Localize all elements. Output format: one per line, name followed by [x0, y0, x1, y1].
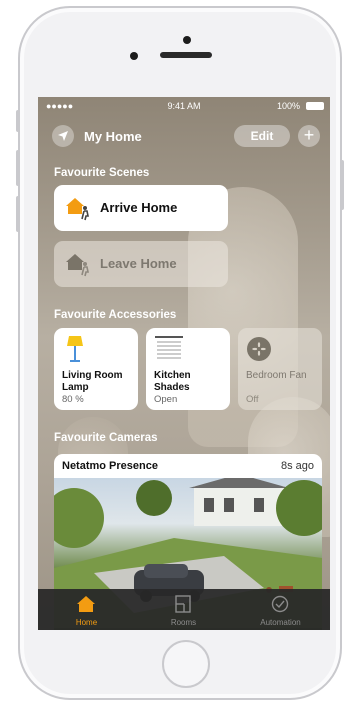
home-hardware-button[interactable] — [162, 640, 210, 688]
leave-home-icon — [66, 254, 89, 277]
tab-automation[interactable]: Automation — [232, 589, 329, 630]
camera-name: Netatmo Presence — [62, 460, 158, 472]
tab-label: Automation — [260, 618, 301, 627]
scene-label: Arrive Home — [100, 200, 178, 215]
camera-dot — [183, 36, 191, 44]
status-bar: ●●●●● 9:41 AM 100% — [38, 97, 330, 115]
front-camera — [130, 52, 138, 60]
home-title[interactable]: My Home — [84, 129, 142, 144]
scene-arrive-home[interactable]: Arrive Home — [54, 185, 228, 231]
battery-icon — [306, 102, 324, 110]
accessory-kitchen-shades[interactable]: Kitchen Shades Open — [146, 328, 230, 410]
volume-down-button — [16, 196, 20, 232]
accessory-living-room-lamp[interactable]: Living Room Lamp 80 % — [54, 328, 138, 410]
section-heading-accessories: Favourite Accessories — [54, 309, 177, 321]
lamp-icon — [67, 336, 83, 362]
fan-icon — [247, 337, 271, 361]
accessory-bedroom-fan[interactable]: Bedroom Fan Off — [238, 328, 322, 410]
earpiece-speaker — [160, 52, 212, 58]
home-icon — [77, 596, 95, 612]
section-heading-scenes: Favourite Scenes — [54, 167, 150, 179]
mute-switch — [16, 110, 20, 132]
camera-timestamp: 8s ago — [280, 460, 314, 472]
accessory-state: Open — [154, 394, 178, 405]
add-button[interactable]: + — [298, 125, 320, 147]
volume-up-button — [16, 150, 20, 186]
accessory-name: Kitchen Shades — [154, 370, 191, 393]
edit-button[interactable]: Edit — [234, 125, 290, 147]
accessory-state: 80 % — [62, 394, 84, 405]
location-button[interactable] — [52, 125, 74, 147]
tab-label: Home — [75, 618, 98, 627]
scene-label: Leave Home — [100, 256, 177, 271]
tab-home[interactable]: Home — [38, 589, 135, 630]
shades-icon — [155, 336, 183, 359]
automation-icon — [271, 595, 289, 613]
accessory-state: Off — [246, 394, 259, 405]
accessory-name: Living Room Lamp — [62, 370, 123, 393]
tab-bar: Home Rooms Automation — [38, 589, 330, 630]
accessory-name: Bedroom Fan — [246, 370, 307, 381]
home-app-screen: ●●●●● 9:41 AM 100% My Home Edit + Favour… — [38, 97, 330, 630]
top-bar: My Home Edit + — [38, 123, 330, 149]
scene-leave-home[interactable]: Leave Home — [54, 241, 228, 287]
tab-rooms[interactable]: Rooms — [135, 589, 232, 630]
tab-label: Rooms — [170, 618, 197, 627]
location-arrow-icon — [58, 131, 68, 141]
power-button — [340, 160, 344, 210]
rooms-icon — [175, 595, 191, 613]
arrive-home-icon — [66, 198, 89, 221]
section-heading-cameras: Favourite Cameras — [54, 432, 158, 444]
battery-percent: 100% — [276, 101, 300, 111]
